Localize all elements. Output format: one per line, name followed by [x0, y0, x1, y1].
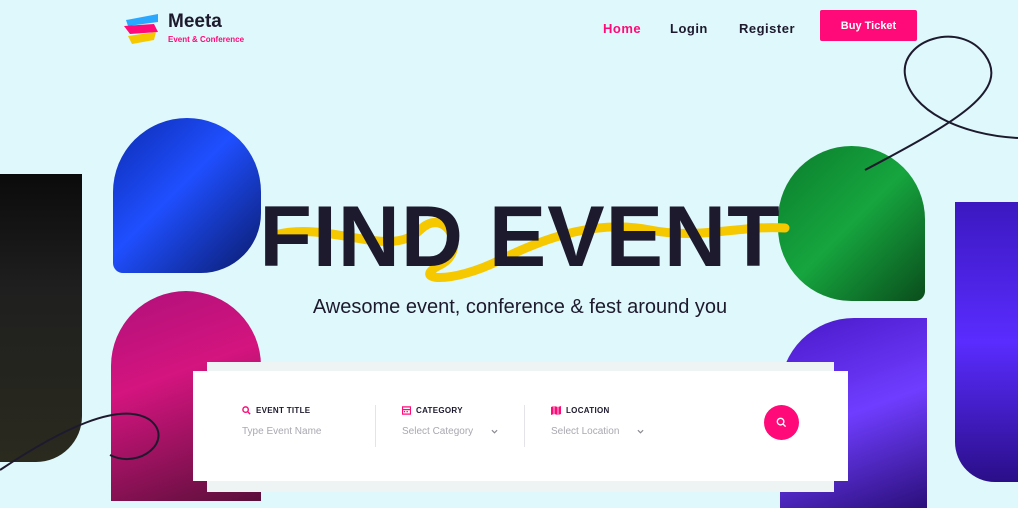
chevron-down-icon[interactable] [637, 429, 644, 434]
field-divider [375, 405, 376, 447]
brand-tagline: Event & Conference [168, 35, 245, 44]
field-divider [524, 405, 525, 447]
category-select[interactable]: Select Category [402, 426, 473, 437]
event-title-field[interactable]: EVENT TITLE Type Event Name [242, 406, 321, 437]
location-select[interactable]: Select Location [551, 426, 619, 437]
hero-subtitle: Awesome event, conference & fest around … [312, 296, 728, 318]
location-field[interactable]: LOCATION Select Location [551, 406, 644, 437]
hero-title: FIND EVENT [259, 189, 781, 285]
map-icon [551, 406, 561, 415]
category-field[interactable]: CATEGORY Select Category [402, 406, 498, 437]
chevron-down-icon[interactable] [491, 429, 498, 434]
search-submit-button[interactable] [764, 405, 799, 440]
search-icon [242, 406, 251, 415]
nav-home[interactable]: Home [603, 21, 641, 36]
search-icon [776, 417, 787, 428]
category-label: CATEGORY [416, 406, 463, 415]
calendar-icon [402, 406, 411, 415]
search-panel: EVENT TITLE Type Event Name CATEGORY Sel… [193, 371, 848, 481]
nav-register[interactable]: Register [739, 21, 795, 36]
logo-icon [124, 14, 158, 44]
brand-name[interactable]: Meeta [168, 11, 222, 33]
location-label: LOCATION [566, 406, 610, 415]
buy-ticket-button[interactable]: Buy Ticket [820, 10, 917, 41]
event-name-input[interactable]: Type Event Name [242, 426, 321, 437]
event-title-label: EVENT TITLE [256, 406, 311, 415]
nav-login[interactable]: Login [670, 21, 708, 36]
